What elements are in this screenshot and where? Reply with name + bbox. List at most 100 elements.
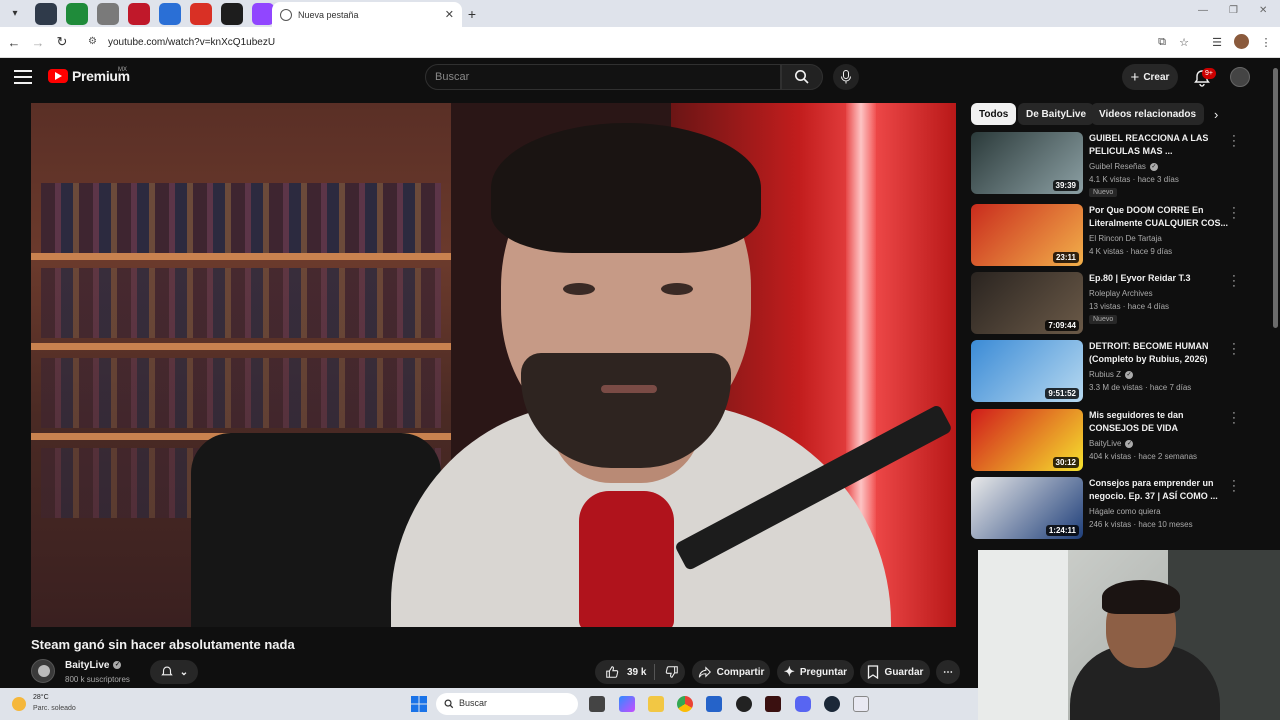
media-control-icon[interactable]: ☰	[1207, 32, 1227, 52]
video-thumbnail[interactable]: 23:11	[971, 204, 1083, 266]
channel-name[interactable]: BaityLive ✓	[1089, 437, 1134, 450]
address-bar[interactable]: ⚙ youtube.com/watch?v=knXcQ1ubezU	[80, 31, 1200, 53]
chip-todos[interactable]: Todos	[971, 103, 1017, 125]
tab-search-icon[interactable]: ▾	[4, 3, 26, 25]
more-vertical-icon[interactable]: · · ·	[1229, 408, 1239, 429]
url-text: youtube.com/watch?v=knXcQ1ubezU	[108, 36, 276, 48]
save-label: Guardar	[884, 666, 924, 678]
browser-menu-icon[interactable]: ⋮	[1256, 32, 1276, 52]
account-avatar[interactable]	[1230, 67, 1250, 87]
video-thumbnail[interactable]: 39:39	[971, 132, 1083, 194]
site-info-icon[interactable]: ⚙	[88, 36, 100, 48]
video-stats: 404 k vistas · hace 2 semanas	[1089, 452, 1198, 461]
chip-videos-relacionados[interactable]: Videos relacionados	[1091, 103, 1205, 125]
video-stats: 4.1 K vistas · hace 3 días	[1089, 175, 1179, 184]
recommended-video[interactable]: 1:24:11 Consejos para emprender un negoci…	[971, 476, 1271, 541]
thumbs-down-icon[interactable]	[665, 665, 679, 679]
copilot-icon[interactable]	[619, 696, 635, 712]
windows-taskbar: 28°C Parc. soleado Buscar	[0, 688, 978, 720]
channel-name[interactable]: BaityLive ✓	[65, 660, 122, 671]
video-thumbnail[interactable]: 9:51:52	[971, 340, 1083, 402]
app-icon-active[interactable]	[853, 696, 869, 712]
maximize-icon[interactable]: ❐	[1229, 5, 1238, 16]
microphone-icon	[841, 70, 851, 84]
recommended-video[interactable]: 30:12 Mis seguidores te dan CONSEJOS DE V…	[971, 408, 1271, 473]
create-button[interactable]: + Crear	[1122, 64, 1178, 90]
recommended-video[interactable]: 39:39 GUIBEL REACCIONA A LAS PELICULAS MA…	[971, 131, 1271, 197]
video-thumbnail[interactable]: 7:09:44	[971, 272, 1083, 334]
channel-name[interactable]: Rubius Z ✓	[1089, 368, 1134, 381]
notification-subscribe-button[interactable]: ⌄	[150, 660, 198, 684]
reload-icon[interactable]: ↻	[52, 32, 72, 52]
channel-name[interactable]: El Rincon De Tartaja	[1089, 232, 1162, 245]
save-button[interactable]: Guardar	[860, 660, 930, 684]
chrome-icon[interactable]	[677, 696, 693, 712]
minimize-icon[interactable]: —	[1198, 5, 1208, 16]
steam-icon[interactable]	[824, 696, 840, 712]
search-button[interactable]	[781, 64, 823, 90]
app-icon[interactable]	[765, 696, 781, 712]
browser-profile-avatar[interactable]	[1234, 34, 1249, 49]
file-explorer-icon[interactable]	[648, 696, 664, 712]
more-vertical-icon[interactable]: · · ·	[1229, 271, 1239, 292]
save-icon[interactable]	[35, 2, 57, 25]
more-vertical-icon[interactable]: · · ·	[1229, 476, 1239, 497]
twitch-icon[interactable]	[252, 2, 274, 25]
video-title[interactable]: Ep.80 | Eyvor Reidar T.3	[1089, 272, 1229, 285]
chip-de-baitylive[interactable]: De BaityLive	[1018, 103, 1095, 125]
weather-sun-icon[interactable]	[12, 697, 26, 711]
more-vertical-icon[interactable]: · · ·	[1229, 339, 1239, 360]
more-vertical-icon[interactable]: · · ·	[1229, 131, 1239, 152]
channel-name[interactable]: Guibel Reseñas ✓	[1089, 160, 1158, 173]
video-title[interactable]: Mis seguidores te dan CONSEJOS DE VIDA	[1089, 409, 1229, 435]
video-thumbnail[interactable]: 1:24:11	[971, 477, 1083, 539]
chevron-right-icon[interactable]: ›	[1214, 107, 1218, 122]
windows-start-icon[interactable]	[411, 696, 427, 712]
bookmark-star-icon[interactable]: ☆	[1174, 32, 1194, 52]
channel-name[interactable]: Hágale como quiera	[1089, 505, 1161, 518]
channel-avatar[interactable]	[31, 659, 55, 683]
red-app-icon[interactable]	[128, 2, 150, 25]
verified-check-icon: ✓	[1149, 162, 1158, 171]
document-icon[interactable]	[97, 2, 119, 25]
forward-icon[interactable]: →	[28, 32, 48, 52]
kick-icon[interactable]	[221, 2, 243, 25]
video-title[interactable]: Por Que DOOM CORRE En Literalmente CUALQ…	[1089, 204, 1229, 230]
search-input[interactable]: Buscar	[425, 64, 781, 90]
active-tab[interactable]: Nueva pestaña ✕	[272, 2, 462, 27]
new-tab-button[interactable]: +	[462, 4, 482, 24]
more-actions-button[interactable]: ⋯	[936, 660, 960, 684]
discord-icon[interactable]	[795, 696, 811, 712]
recommended-video[interactable]: 23:11 Por Que DOOM CORRE En Literalmente …	[971, 203, 1271, 268]
video-duration: 30:12	[1052, 457, 1079, 468]
taskbar-search-input[interactable]: Buscar	[436, 693, 578, 715]
like-button[interactable]: 39 k	[605, 665, 646, 679]
recommended-video[interactable]: 7:09:44 Ep.80 | Eyvor Reidar T.3 Roleplay …	[971, 271, 1271, 336]
obs-icon[interactable]	[736, 696, 752, 712]
extension-icon[interactable]	[66, 2, 88, 25]
video-title[interactable]: Consejos para emprender un negocio. Ep. …	[1089, 477, 1229, 503]
share-button[interactable]: Compartir	[692, 660, 770, 684]
gmail-icon[interactable]	[190, 2, 212, 25]
video-thumbnail[interactable]: 30:12	[971, 409, 1083, 471]
video-title[interactable]: GUIBEL REACCIONA A LAS PELICULAS MAS ...	[1089, 132, 1229, 158]
store-icon[interactable]	[706, 696, 722, 712]
channel-name[interactable]: Roleplay Archives	[1089, 287, 1153, 300]
browser-toolbar: ← → ↻ ⚙ youtube.com/watch?v=knXcQ1ubezU …	[0, 27, 1280, 58]
scrollbar-thumb[interactable]	[1273, 68, 1278, 328]
video-player[interactable]	[31, 103, 956, 627]
ask-button[interactable]: ✦ Preguntar	[777, 660, 854, 684]
close-window-icon[interactable]: ✕	[1259, 5, 1267, 16]
video-title[interactable]: DETROIT: BECOME HUMAN (Completo by Rubiu…	[1089, 340, 1229, 366]
menu-icon[interactable]	[14, 70, 32, 84]
task-view-icon[interactable]	[589, 696, 605, 712]
more-vertical-icon[interactable]: · · ·	[1229, 203, 1239, 224]
recommended-video[interactable]: 9:51:52 DETROIT: BECOME HUMAN (Completo b…	[971, 339, 1271, 404]
video-duration: 9:51:52	[1045, 388, 1079, 399]
install-app-icon[interactable]: ⧉	[1152, 32, 1172, 52]
close-tab-icon[interactable]: ✕	[445, 8, 454, 21]
back-icon[interactable]: ←	[4, 32, 24, 52]
globe-icon[interactable]	[159, 2, 181, 25]
youtube-premium-logo[interactable]: Premium MX	[48, 67, 130, 84]
voice-search-button[interactable]	[833, 64, 859, 90]
